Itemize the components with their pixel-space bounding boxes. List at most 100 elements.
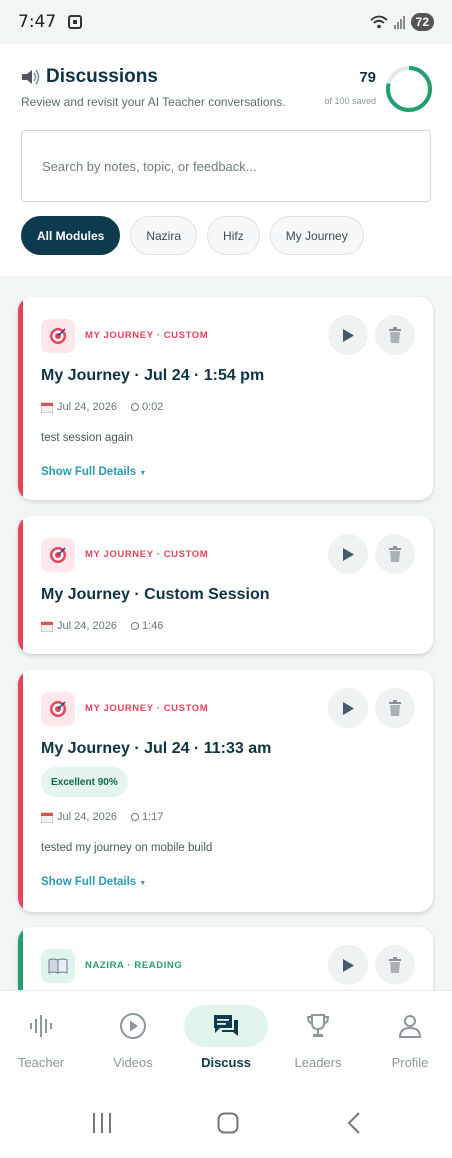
target-icon — [41, 692, 75, 726]
card-meta: Jul 24, 2026 0:02 — [41, 401, 163, 413]
nav-label: Leaders — [294, 1055, 342, 1070]
person-icon — [398, 1015, 422, 1038]
nav-profile[interactable]: Profile — [365, 991, 452, 1083]
speaker-icon — [22, 69, 40, 85]
nav-leaders[interactable]: Leaders — [273, 991, 363, 1083]
nav-teacher[interactable]: Teacher — [0, 991, 86, 1083]
target-icon — [41, 538, 75, 572]
nav-label: Discuss — [201, 1055, 251, 1070]
saved-count: 79 — [359, 69, 376, 86]
calendar-icon — [41, 621, 53, 632]
trash-icon — [389, 546, 401, 562]
screenshot-icon — [68, 15, 83, 29]
play-button[interactable] — [328, 315, 368, 355]
play-icon — [343, 701, 354, 715]
score-badge: Excellent 90% — [41, 767, 128, 797]
discussion-card[interactable]: MY JOURNEY · CUSTOM My Journey · Jul 24 … — [18, 297, 433, 500]
caret-down-icon: ▼ — [139, 470, 147, 477]
bottom-nav: Teacher Videos Discuss Leaders Profile — [0, 990, 452, 1082]
book-icon — [41, 949, 75, 983]
card-accent — [18, 516, 23, 654]
saved-label: of 100 saved — [324, 96, 376, 106]
saved-progress-ring — [386, 66, 432, 112]
play-button[interactable] — [328, 534, 368, 574]
card-title: My Journey · Jul 24 · 1:54 pm — [41, 367, 265, 384]
card-module: MY JOURNEY · CUSTOM — [85, 703, 209, 714]
filter-chips: All Modules Nazira Hifz My Journey — [21, 216, 364, 255]
show-details-link[interactable]: Show Full Details ▼ — [41, 876, 146, 888]
card-duration: 1:46 — [141, 620, 164, 632]
play-button[interactable] — [328, 688, 368, 728]
delete-button[interactable] — [375, 688, 415, 728]
header: Discussions Review and revisit your AI T… — [0, 44, 452, 276]
discussion-card[interactable]: MY JOURNEY · CUSTOM My Journey · Custom … — [18, 516, 433, 654]
search-box[interactable] — [21, 130, 431, 202]
filter-nazira[interactable]: Nazira — [130, 216, 198, 255]
trash-icon — [389, 700, 401, 716]
show-details-label: Show Full Details — [41, 876, 137, 888]
play-button[interactable] — [328, 945, 368, 985]
discussion-list[interactable]: MY JOURNEY · CUSTOM My Journey · Jul 24 … — [0, 276, 452, 990]
card-module: NAZIRA · READING — [85, 960, 183, 971]
status-right: 72 — [370, 13, 434, 31]
waveform-icon — [30, 1015, 52, 1037]
card-date: Jul 24, 2026 — [57, 401, 117, 413]
discussion-card[interactable]: NAZIRA · READING — [18, 927, 433, 990]
home-icon[interactable] — [217, 1112, 239, 1134]
title-row: Discussions — [20, 66, 158, 88]
card-note: tested my journey on mobile build — [41, 842, 213, 854]
card-accent — [18, 297, 23, 500]
card-note: test session again — [41, 432, 134, 444]
card-module: MY JOURNEY · CUSTOM — [85, 330, 209, 341]
discussion-card[interactable]: MY JOURNEY · CUSTOM My Journey · Jul 24 … — [18, 670, 433, 912]
card-date: Jul 24, 2026 — [57, 811, 117, 823]
back-icon[interactable] — [347, 1112, 361, 1134]
play-icon — [343, 958, 354, 972]
filter-all-modules[interactable]: All Modules — [21, 216, 121, 255]
clock-icon — [130, 622, 139, 630]
card-module: MY JOURNEY · CUSTOM — [85, 549, 209, 560]
nav-label: Videos — [113, 1055, 153, 1070]
system-nav-bar — [0, 1082, 452, 1158]
nav-discuss[interactable]: Discuss — [181, 991, 271, 1083]
show-details-link[interactable]: Show Full Details ▼ — [41, 466, 146, 478]
delete-button[interactable] — [375, 945, 415, 985]
calendar-icon — [41, 812, 53, 823]
page-subtitle: Review and revisit your AI Teacher conve… — [21, 95, 286, 109]
status-time: 7:47 — [18, 12, 57, 32]
card-date: Jul 24, 2026 — [57, 620, 117, 632]
card-duration: 0:02 — [141, 401, 164, 413]
search-input[interactable] — [42, 158, 430, 174]
chat-bubbles-icon — [214, 1015, 238, 1036]
show-details-label: Show Full Details — [41, 466, 137, 478]
nav-label: Profile — [391, 1055, 429, 1070]
nav-label: Teacher — [17, 1055, 65, 1070]
target-icon — [41, 319, 75, 353]
status-bar: 7:47 72 — [0, 0, 452, 44]
battery-icon: 72 — [410, 13, 434, 31]
card-meta: Jul 24, 2026 1:17 — [41, 811, 163, 823]
play-icon — [343, 547, 354, 561]
filter-hifz[interactable]: Hifz — [207, 216, 260, 255]
calendar-icon — [41, 402, 53, 413]
card-accent — [18, 670, 23, 912]
trash-icon — [389, 327, 401, 343]
card-title: My Journey · Custom Session — [41, 586, 270, 603]
card-title: My Journey · Jul 24 · 11:33 am — [41, 740, 272, 757]
card-accent — [18, 927, 23, 990]
page-title: Discussions — [46, 66, 158, 87]
recent-apps-icon[interactable] — [92, 1112, 112, 1134]
filter-my-journey[interactable]: My Journey — [269, 216, 364, 255]
clock-icon — [130, 403, 139, 411]
nav-videos[interactable]: Videos — [88, 991, 178, 1083]
play-icon — [343, 328, 354, 342]
delete-button[interactable] — [375, 534, 415, 574]
wifi-icon — [370, 15, 388, 29]
card-meta: Jul 24, 2026 1:46 — [41, 620, 163, 632]
trash-icon — [389, 957, 401, 973]
caret-down-icon: ▼ — [139, 880, 147, 887]
signal-icon — [393, 15, 405, 29]
delete-button[interactable] — [375, 315, 415, 355]
trophy-icon — [306, 1014, 330, 1037]
play-circle-icon — [120, 1013, 146, 1039]
